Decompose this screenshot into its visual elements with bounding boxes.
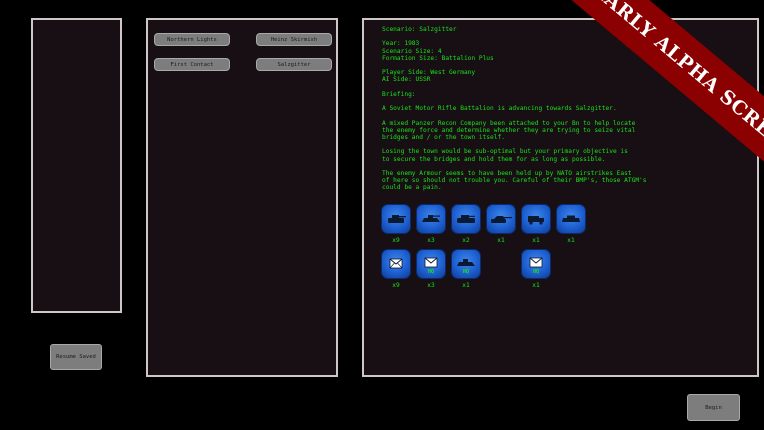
truck-icon[interactable] — [521, 204, 551, 234]
unit-count: x1 — [497, 237, 505, 244]
envelope-icon[interactable] — [381, 249, 411, 279]
hq-label: HQ — [427, 269, 435, 275]
unit-count: x3 — [427, 282, 435, 289]
ifv-icon[interactable] — [451, 204, 481, 234]
armored-car-icon[interactable] — [556, 204, 586, 234]
resume-saved-button[interactable]: Resume Saved — [50, 344, 102, 370]
unit-count: x1 — [532, 282, 540, 289]
apc-icon[interactable] — [416, 204, 446, 234]
unit-count: x1 — [567, 237, 575, 244]
unit-count: x1 — [532, 237, 540, 244]
left-panel — [31, 18, 122, 313]
unit-count: x9 — [392, 282, 400, 289]
scenario-button-salzgitter[interactable]: Salzgitter — [256, 58, 332, 71]
unit-count: x1 — [462, 282, 470, 289]
hq-label: HQ — [462, 269, 470, 275]
scenario-button-first-contact[interactable]: First Contact — [154, 58, 230, 71]
briefing-text: Scenario: Salzgitter Year: 1983 Scenario… — [382, 26, 647, 192]
scenario-button-heinz-skirmish[interactable]: Heinz Skirmish — [256, 33, 332, 46]
scenario-button-northern-lights[interactable]: Northern Lights — [154, 33, 230, 46]
apc-hq-icon[interactable]: HQ — [451, 249, 481, 279]
briefing-panel: Scenario: Salzgitter Year: 1983 Scenario… — [362, 18, 759, 377]
envelope-hq-icon[interactable]: HQ — [521, 249, 551, 279]
scenario-list-panel: Northern Lights Heinz Skirmish First Con… — [146, 18, 338, 377]
tank-icon[interactable] — [381, 204, 411, 234]
unit-count: x2 — [462, 237, 470, 244]
tank-destroyer-icon[interactable] — [486, 204, 516, 234]
envelope-hq-icon[interactable]: HQ — [416, 249, 446, 279]
unit-count: x3 — [427, 237, 435, 244]
begin-button[interactable]: Begin — [687, 394, 740, 421]
hq-label: HQ — [532, 269, 540, 275]
unit-count: x9 — [392, 237, 400, 244]
